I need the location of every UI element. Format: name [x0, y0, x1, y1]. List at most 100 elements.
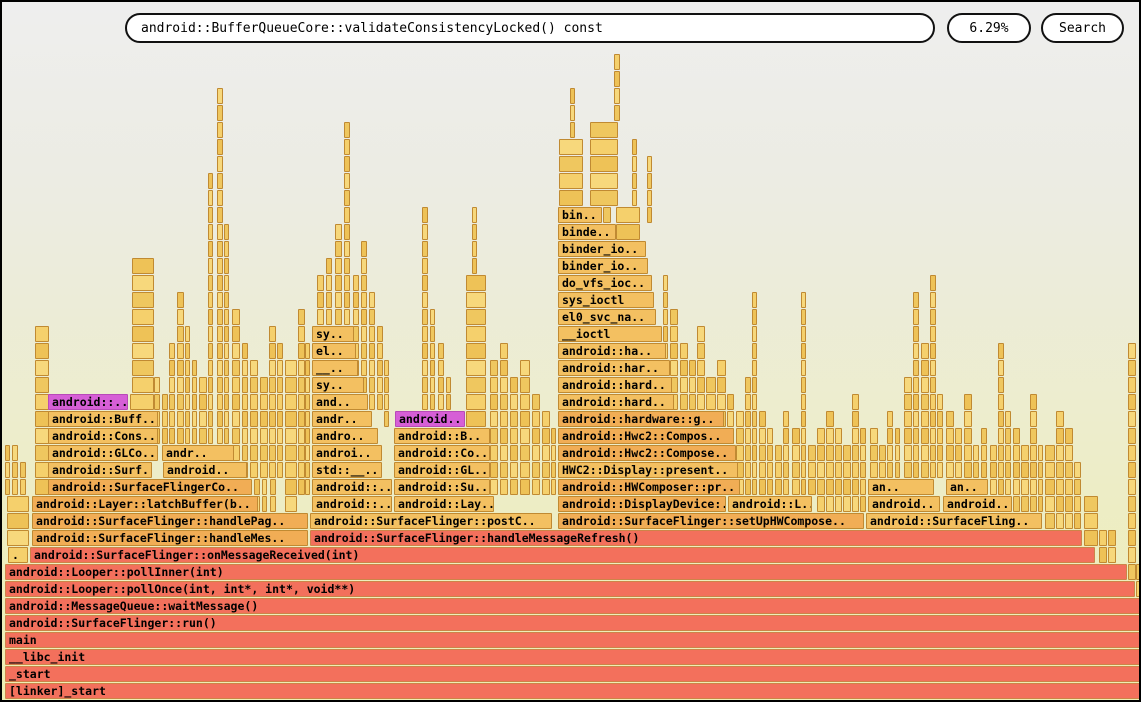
flame-frame-small[interactable] [224, 326, 229, 342]
flame-frame-small[interactable] [792, 462, 800, 478]
flame-frame-small[interactable] [745, 428, 751, 444]
flame-frame-small[interactable] [242, 445, 248, 461]
flame-frame-small[interactable] [1045, 496, 1055, 512]
flame-frame-small[interactable] [946, 445, 954, 461]
flame-frame-small[interactable] [208, 394, 213, 410]
flame-frame-small[interactable] [614, 88, 620, 104]
flame-frame-small[interactable] [490, 394, 498, 410]
flame-frame-small[interactable] [232, 360, 240, 376]
flame-frame-small[interactable] [1084, 530, 1098, 546]
flame-frame-small[interactable] [298, 326, 305, 342]
flame-frame-small[interactable] [590, 190, 618, 206]
flame-frame-small[interactable] [510, 394, 518, 410]
flame-frame-small[interactable] [697, 377, 705, 393]
flame-frame-small[interactable] [361, 360, 367, 376]
flame-frame-small[interactable] [285, 360, 297, 376]
flame-frame-small[interactable] [727, 394, 734, 410]
flame-frame-small[interactable] [921, 445, 929, 461]
flame-frame-small[interactable] [826, 462, 834, 478]
flame-frame-small[interactable] [262, 479, 267, 495]
flame-frame-small[interactable] [353, 309, 359, 325]
flame-frame[interactable]: and.. [312, 394, 368, 410]
flame-frame-small[interactable] [1074, 462, 1081, 478]
flame-frame-small[interactable] [277, 394, 283, 410]
flame-frame-small[interactable] [879, 462, 886, 478]
flame-frame-small[interactable] [269, 411, 276, 427]
flame-frame-small[interactable] [817, 479, 825, 495]
flame-frame-small[interactable] [224, 377, 229, 393]
flame-frame-small[interactable] [510, 445, 518, 461]
flame-frame-small[interactable] [369, 326, 375, 342]
flame-frame-small[interactable] [438, 343, 444, 359]
flame-frame-small[interactable] [369, 343, 375, 359]
flame-frame-small[interactable] [1056, 513, 1064, 529]
flame-frame-small[interactable] [208, 173, 213, 189]
flame-frame-small[interactable] [177, 309, 184, 325]
flame-frame[interactable]: android::MessageQueue::waitMessage() [5, 598, 1140, 614]
flame-frame-small[interactable] [217, 428, 223, 444]
flame-frame-small[interactable] [422, 224, 428, 240]
flame-frame-small[interactable] [430, 360, 435, 376]
flame-frame-small[interactable] [466, 309, 486, 325]
flame-frame-small[interactable] [1030, 496, 1037, 512]
flame-frame-small[interactable] [177, 360, 184, 376]
flame-frame-small[interactable] [808, 479, 816, 495]
flame-frame-small[interactable] [551, 462, 556, 478]
flame-frame[interactable]: android::L.. [728, 496, 812, 512]
flame-frame-small[interactable] [647, 207, 652, 223]
flame-frame-small[interactable] [361, 309, 367, 325]
flame-frame-small[interactable] [767, 462, 773, 478]
flame-frame-small[interactable] [7, 513, 29, 529]
flame-frame-small[interactable] [801, 343, 806, 359]
flame-frame-small[interactable] [430, 326, 435, 342]
flame-frame-small[interactable] [250, 394, 258, 410]
flame-frame-small[interactable] [697, 394, 705, 410]
flame-frame-small[interactable] [1021, 496, 1029, 512]
flame-frame-small[interactable] [35, 326, 49, 342]
flame-frame-small[interactable] [955, 428, 962, 444]
flame-frame-small[interactable] [262, 496, 267, 512]
flame-frame-small[interactable] [759, 445, 766, 461]
flame-frame-small[interactable] [913, 292, 919, 308]
flame-frame[interactable]: android.. [395, 411, 465, 427]
flame-frame-small[interactable] [185, 326, 190, 342]
flame-frame-small[interactable] [551, 428, 556, 444]
flame-frame-small[interactable] [801, 445, 806, 461]
flame-frame-small[interactable] [132, 309, 154, 325]
flame-frame-small[interactable] [614, 105, 620, 121]
flame-frame-small[interactable] [532, 462, 540, 478]
flame-frame-small[interactable] [232, 309, 240, 325]
flame-frame-small[interactable] [1045, 479, 1055, 495]
flame-frame-small[interactable] [500, 462, 508, 478]
flame-frame[interactable]: android::hard.. [558, 377, 672, 393]
flame-frame-small[interactable] [335, 241, 342, 257]
flame-frame-small[interactable] [192, 377, 197, 393]
flame-frame-small[interactable] [20, 479, 26, 495]
flame-frame-small[interactable] [344, 156, 350, 172]
flame-frame-small[interactable] [1030, 428, 1037, 444]
flame-frame-small[interactable] [422, 207, 428, 223]
flame-frame-small[interactable] [269, 377, 276, 393]
flame-frame-small[interactable] [532, 479, 540, 495]
flame-frame-small[interactable] [998, 445, 1004, 461]
flame-frame-small[interactable] [285, 496, 297, 512]
flame-frame-small[interactable] [1128, 360, 1136, 376]
flame-frame-small[interactable] [438, 394, 444, 410]
flame-frame-small[interactable] [826, 428, 834, 444]
flame-frame-small[interactable] [317, 292, 324, 308]
flame-frame-small[interactable] [270, 479, 276, 495]
flame-frame-small[interactable] [208, 292, 213, 308]
flame-frame-small[interactable] [254, 479, 260, 495]
flame-frame-small[interactable] [277, 377, 283, 393]
flame-frame-small[interactable] [242, 377, 248, 393]
flame-frame-small[interactable] [570, 105, 575, 121]
flame-frame-small[interactable] [946, 411, 954, 427]
flame-frame-small[interactable] [670, 360, 678, 376]
flame-frame-small[interactable] [344, 190, 350, 206]
flame-frame-small[interactable] [775, 445, 782, 461]
flame-frame-small[interactable] [199, 411, 207, 427]
flame-frame-small[interactable] [217, 360, 223, 376]
flame-frame-small[interactable] [232, 394, 240, 410]
flame-frame-small[interactable] [232, 326, 240, 342]
flame-frame-small[interactable] [930, 411, 936, 427]
